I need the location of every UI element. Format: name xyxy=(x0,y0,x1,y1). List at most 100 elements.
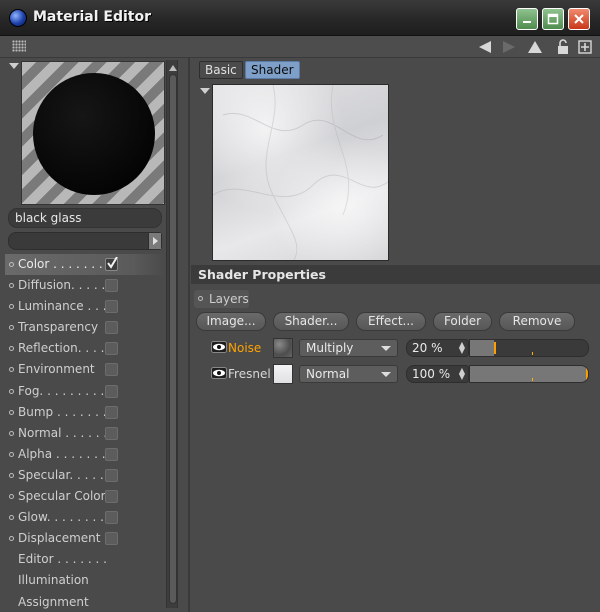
channel-label: Bump . . . . . . . xyxy=(18,404,107,419)
material-menu-field[interactable] xyxy=(8,232,162,250)
channel-label: Specular Color xyxy=(18,489,106,504)
channel-dot-icon xyxy=(9,325,14,331)
channel-item[interactable]: Environment xyxy=(5,359,165,380)
layer-row[interactable]: Noise Multiply 20 % ▲ ▼ xyxy=(191,337,600,359)
material-name-field[interactable]: black glass xyxy=(8,208,162,228)
channel-label: Environment xyxy=(18,362,95,377)
layer-thumbnail[interactable] xyxy=(273,364,293,384)
layer-opacity-slider[interactable] xyxy=(469,365,589,383)
preview-sphere xyxy=(33,73,155,195)
checkmark-icon xyxy=(107,257,118,269)
material-preview[interactable] xyxy=(21,61,165,205)
channel-checkbox[interactable] xyxy=(105,384,118,398)
chevron-down-icon xyxy=(381,346,391,351)
minimize-icon xyxy=(523,21,531,23)
forward-arrow-icon[interactable] xyxy=(500,38,518,56)
channel-item[interactable]: Normal . . . . . . xyxy=(5,423,165,444)
layer-opacity-field[interactable]: 20 % ▲ ▼ xyxy=(406,339,469,357)
channel-item[interactable]: Illumination xyxy=(5,570,165,591)
scroll-up-icon[interactable] xyxy=(168,61,178,75)
channel-dot-icon xyxy=(9,515,14,521)
shader-properties-header[interactable]: Shader Properties xyxy=(191,265,600,284)
blend-mode-select[interactable]: Multiply xyxy=(299,339,398,357)
channel-item[interactable]: Diffusion. . . . . xyxy=(5,275,165,296)
slider-fill xyxy=(470,366,588,382)
channel-label: Fog. . . . . . . . . xyxy=(18,383,105,398)
layer-name[interactable]: Fresnel xyxy=(228,365,271,383)
channel-checkbox[interactable] xyxy=(105,279,118,293)
channel-checkbox[interactable] xyxy=(105,490,118,504)
channel-item[interactable]: Editor . . . . . . . xyxy=(5,549,165,570)
new-window-icon[interactable] xyxy=(576,38,594,56)
channel-checkbox[interactable] xyxy=(105,342,118,356)
close-button[interactable] xyxy=(568,8,590,30)
title-bar: Material Editor xyxy=(0,0,600,36)
channel-checkbox[interactable] xyxy=(105,405,118,419)
channel-item[interactable]: Assignment xyxy=(5,592,165,612)
layer-name[interactable]: Noise xyxy=(228,339,261,357)
channel-checkbox[interactable] xyxy=(105,363,118,377)
channel-item[interactable]: Specular. . . . . xyxy=(5,465,165,486)
channel-scrollbar[interactable] xyxy=(166,60,178,608)
channel-item[interactable]: Glow. . . . . . . . xyxy=(5,507,165,528)
channel-checkbox[interactable] xyxy=(105,447,118,461)
channel-list: Color . . . . . . . Diffusion. . . . . Lum… xyxy=(5,254,165,612)
grip-icon[interactable] xyxy=(12,40,26,52)
channel-checkbox[interactable] xyxy=(105,321,118,335)
maximize-icon xyxy=(547,13,559,25)
blend-mode-select[interactable]: Normal xyxy=(299,365,398,383)
channel-checkbox[interactable] xyxy=(105,257,118,271)
channel-item[interactable]: Luminance . . . xyxy=(5,296,165,317)
channel-label: Specular. . . . . xyxy=(18,467,104,482)
channel-item[interactable]: Reflection. . . . xyxy=(5,338,165,359)
channel-checkbox[interactable] xyxy=(105,532,118,546)
tab-shader[interactable]: Shader xyxy=(245,61,300,79)
channel-dot-icon xyxy=(9,388,14,394)
channel-item[interactable]: Displacement xyxy=(5,528,165,549)
channel-item[interactable]: Fog. . . . . . . . . xyxy=(5,381,165,402)
slider-tick xyxy=(532,378,533,381)
layer-opacity-field[interactable]: 100 % ▲ ▼ xyxy=(406,365,469,383)
channel-item[interactable]: Alpha . . . . . . . xyxy=(5,444,165,465)
remove-button[interactable]: Remove xyxy=(499,312,575,331)
texture-menu-triangle-icon[interactable] xyxy=(200,88,210,94)
chevron-down-icon xyxy=(381,372,391,377)
back-arrow-icon[interactable] xyxy=(476,38,494,56)
image-button[interactable]: Image... xyxy=(196,312,266,331)
channel-item[interactable]: Transparency xyxy=(5,317,165,338)
channel-checkbox[interactable] xyxy=(105,468,118,482)
minimize-button[interactable] xyxy=(516,8,538,30)
channel-checkbox[interactable] xyxy=(105,426,118,440)
layer-opacity-slider[interactable] xyxy=(469,339,589,357)
chevron-right-icon[interactable] xyxy=(148,233,161,249)
effect-button[interactable]: Effect... xyxy=(356,312,426,331)
scroll-thumb[interactable] xyxy=(169,74,177,604)
spinner-arrows-icon[interactable]: ▲ ▼ xyxy=(459,341,465,355)
shader-button[interactable]: Shader... xyxy=(273,312,349,331)
channel-item[interactable]: Bump . . . . . . . xyxy=(5,402,165,423)
channel-dot-icon xyxy=(9,472,14,478)
channel-dot-icon xyxy=(9,262,14,267)
layer-row[interactable]: Fresnel Normal 100 % ▲ ▼ xyxy=(191,363,600,385)
channel-item[interactable]: Specular Color xyxy=(5,486,165,507)
channel-checkbox[interactable] xyxy=(105,511,118,525)
channel-checkbox[interactable] xyxy=(105,300,118,314)
preview-menu-triangle-icon[interactable] xyxy=(9,63,19,69)
lock-icon[interactable] xyxy=(554,38,572,56)
maximize-button[interactable] xyxy=(542,8,564,30)
spinner-arrows-icon[interactable]: ▲ ▼ xyxy=(459,367,465,381)
eye-icon[interactable] xyxy=(211,341,227,353)
up-arrow-icon[interactable] xyxy=(526,38,544,56)
slider-handle[interactable] xyxy=(586,368,588,380)
eye-icon[interactable] xyxy=(211,367,227,379)
panel-divider[interactable] xyxy=(188,58,190,612)
channel-label: Luminance . . . xyxy=(18,299,107,314)
layers-header[interactable]: Layers xyxy=(194,290,249,308)
layer-thumbnail[interactable] xyxy=(273,338,293,358)
channel-dot-icon xyxy=(9,346,14,352)
channel-item[interactable]: Color . . . . . . . xyxy=(5,254,165,276)
tab-basic[interactable]: Basic xyxy=(199,61,243,79)
folder-button[interactable]: Folder xyxy=(433,312,492,331)
slider-handle[interactable] xyxy=(494,342,496,354)
channel-dot-icon xyxy=(9,367,14,373)
